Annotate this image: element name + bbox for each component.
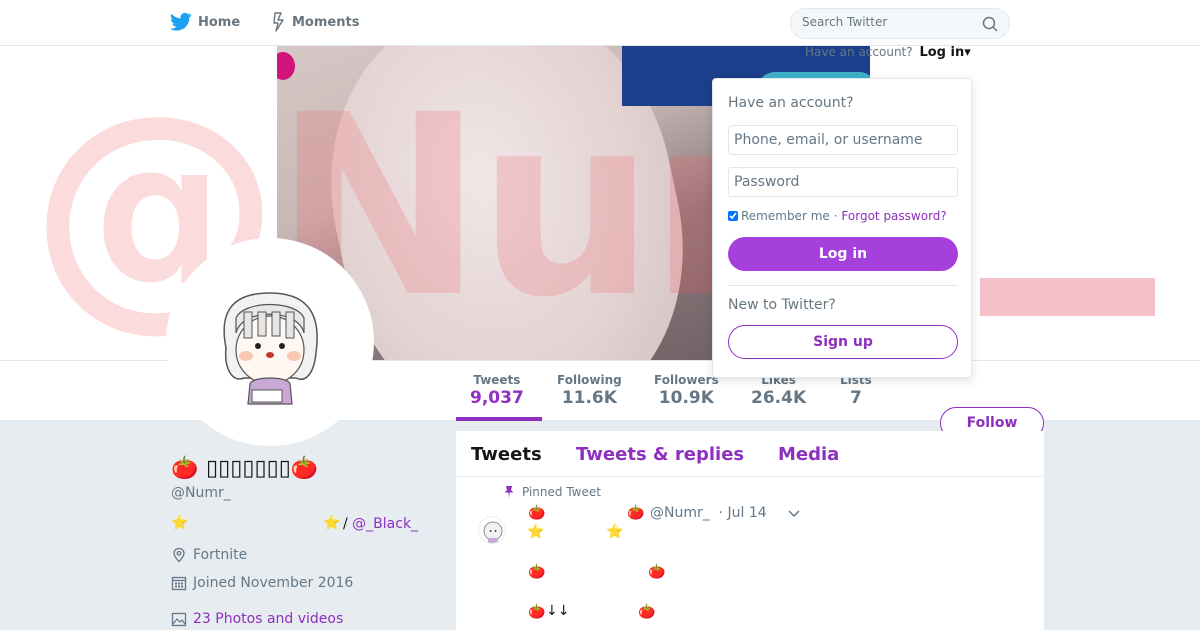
timeline-tabs: Tweets Tweets & replies Media xyxy=(456,431,1044,477)
stat-value: 11.6K xyxy=(561,388,617,408)
login-dropdown-toggle[interactable]: Log in▾ xyxy=(919,45,970,60)
tweet-tomato: 🍅 xyxy=(648,564,666,580)
stat-likes[interactable]: Likes 26.4K xyxy=(751,373,806,408)
tweet-tomato: 🍅 xyxy=(528,564,546,580)
tab-media[interactable]: Media xyxy=(778,444,839,465)
stat-label: Following xyxy=(557,373,622,387)
stat-value: 9,037 xyxy=(470,388,524,408)
nav-home-label: Home xyxy=(198,14,241,30)
signup-button[interactable]: Sign up xyxy=(728,325,958,359)
tweet-date[interactable]: · Jul 14 xyxy=(719,505,767,521)
stat-label: Followers xyxy=(654,373,719,387)
stat-followers[interactable]: Followers 10.9K xyxy=(654,373,719,408)
image-icon xyxy=(171,612,187,627)
username-field[interactable] xyxy=(728,125,958,155)
profile-handle: @Numr_ xyxy=(171,485,231,501)
login-dropdown-title: Have an account? xyxy=(728,95,854,111)
banner-bar xyxy=(980,278,1155,316)
bio-star: ⭐ xyxy=(323,515,341,531)
tweet-avatar[interactable] xyxy=(478,516,506,544)
tweet-tomato: 🍅 xyxy=(528,604,546,620)
stat-label: Tweets xyxy=(473,373,521,387)
twitter-bird-icon xyxy=(170,12,192,31)
login-prompt: Have an account? Log in▾ xyxy=(805,45,971,60)
remember-me-label[interactable]: Remember me xyxy=(741,209,830,223)
bio-mention-link[interactable]: @_Black_ xyxy=(352,516,418,532)
nav-moments[interactable]: Moments xyxy=(272,12,359,32)
avatar[interactable] xyxy=(166,238,374,446)
new-to-twitter-text: New to Twitter? xyxy=(728,297,836,313)
avatar-illustration xyxy=(223,292,318,405)
tweet-tomato: 🍅 xyxy=(638,604,656,620)
location-text: Fortnite xyxy=(193,547,248,563)
active-stat-indicator xyxy=(456,417,542,421)
search-input[interactable] xyxy=(802,15,972,29)
tweet-handle[interactable]: @Numr_ xyxy=(650,505,710,521)
dropdown-divider xyxy=(728,285,958,286)
nav-moments-label: Moments xyxy=(292,14,360,30)
pin-icon xyxy=(504,486,514,498)
tweet-arrows: ↓↓ xyxy=(546,603,570,619)
tab-tweets-replies[interactable]: Tweets & replies xyxy=(576,444,744,465)
profile-joined: Joined November 2016 xyxy=(171,575,353,591)
bio-slash: / xyxy=(343,516,353,532)
pinned-label-text: Pinned Tweet xyxy=(522,485,601,499)
photos-videos-link[interactable]: 23 Photos and videos xyxy=(171,611,343,627)
profile-bio: ⭐ ⭐ / @_Black_ xyxy=(171,515,431,535)
pinned-tweet-label: Pinned Tweet xyxy=(504,485,601,499)
login-button[interactable]: Log in xyxy=(728,237,958,271)
tweet-star: ⭐ xyxy=(606,524,624,540)
stat-tweets[interactable]: Tweets 9,037 xyxy=(470,373,524,408)
remember-me-checkbox[interactable] xyxy=(728,211,738,221)
password-field[interactable] xyxy=(728,167,958,197)
tweet-author[interactable]: @Numr_ · Jul 14 xyxy=(650,505,767,521)
remember-separator: · xyxy=(833,209,838,223)
timeline: Tweets Tweets & replies Media Pinned Twe… xyxy=(456,431,1044,630)
top-navigation: Home Moments xyxy=(0,0,1200,46)
login-prompt-text: Have an account? xyxy=(805,45,913,59)
remember-row: Remember me · Forgot password? xyxy=(728,209,947,223)
login-dropdown: Have an account? Remember me · Forgot pa… xyxy=(712,78,972,378)
profile-location: Fortnite xyxy=(171,547,247,563)
tab-tweets[interactable]: Tweets xyxy=(471,444,542,465)
profile-name: 🍅 ▯▯▯▯▯▯▯🍅 xyxy=(171,456,319,481)
calendar-icon xyxy=(171,576,187,591)
search-icon[interactable] xyxy=(982,16,998,32)
tweet-star: ⭐ xyxy=(527,524,545,540)
photos-text: 23 Photos and videos xyxy=(193,611,344,627)
lightning-icon xyxy=(273,12,284,32)
stat-value: 26.4K xyxy=(751,388,807,408)
bio-star: ⭐ xyxy=(171,515,189,531)
search-box xyxy=(790,8,1010,39)
stat-value: 7 xyxy=(849,388,862,408)
tweet-tomato: 🍅 xyxy=(627,505,645,521)
forgot-password-link[interactable]: Forgot password? xyxy=(841,209,946,223)
caret-down-icon: ▾ xyxy=(964,45,971,60)
nav-home[interactable]: Home xyxy=(170,12,240,32)
stat-following[interactable]: Following 11.6K xyxy=(557,373,622,408)
tweet-tomato: 🍅 xyxy=(528,505,546,521)
chevron-down-icon[interactable] xyxy=(788,510,800,518)
login-link-text: Log in xyxy=(919,45,965,60)
tweet-avatar-illustration xyxy=(483,521,503,543)
joined-text: Joined November 2016 xyxy=(193,575,354,591)
stat-value: 10.9K xyxy=(658,388,714,408)
stat-lists[interactable]: Lists 7 xyxy=(840,373,872,408)
location-pin-icon xyxy=(173,547,185,563)
